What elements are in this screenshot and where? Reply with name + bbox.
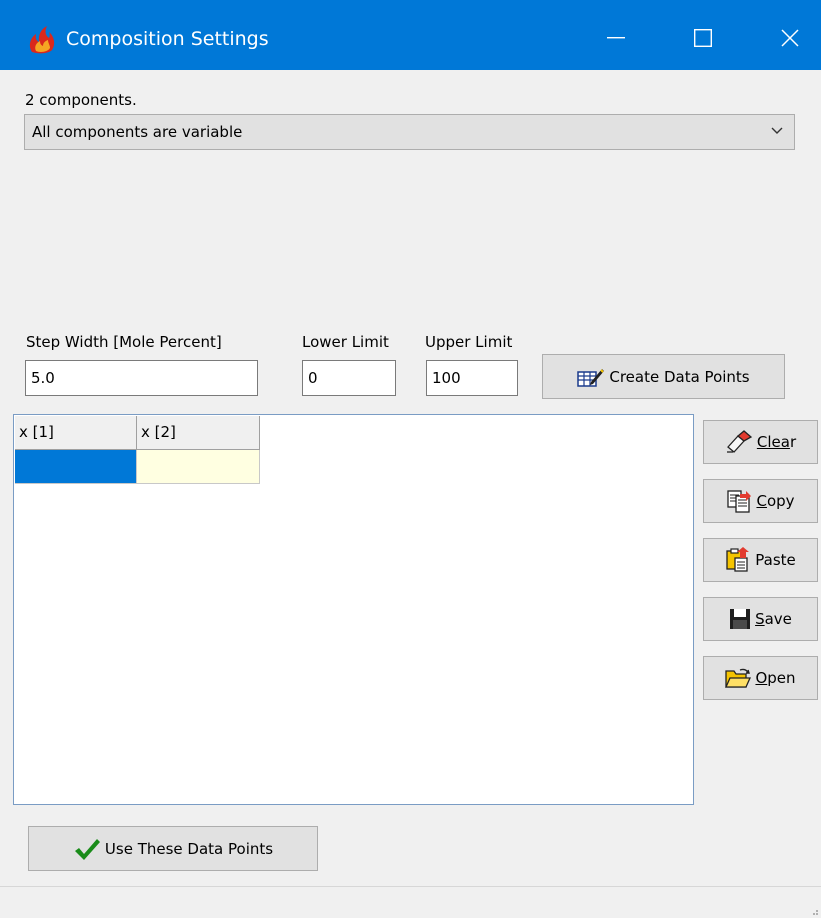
- create-data-points-button[interactable]: Create Data Points: [542, 354, 785, 399]
- dialog-body: 2 components. All components are variabl…: [0, 70, 821, 918]
- grid-column-header[interactable]: x [1]: [15, 416, 137, 450]
- use-these-data-points-label: Use These Data Points: [104, 839, 274, 858]
- lower-limit-input[interactable]: [303, 361, 395, 395]
- open-button[interactable]: Open: [703, 656, 818, 700]
- grid-cell-selected[interactable]: [15, 450, 137, 484]
- open-label: Open: [755, 669, 796, 687]
- close-button[interactable]: [760, 14, 820, 62]
- step-width-label: Step Width [Mole Percent]: [26, 333, 222, 351]
- title-bar: Composition Settings: [0, 0, 821, 70]
- paste-button[interactable]: Paste: [703, 538, 818, 582]
- check-icon: [73, 837, 101, 861]
- grid-column-header[interactable]: x [2]: [137, 416, 260, 450]
- table-edit-icon: [577, 366, 605, 388]
- step-width-input[interactable]: [26, 361, 257, 395]
- components-count-label: 2 components.: [25, 91, 137, 109]
- paste-label: Paste: [755, 551, 796, 569]
- copy-icon: [726, 489, 752, 513]
- use-these-data-points-button[interactable]: Use These Data Points: [28, 826, 318, 871]
- paste-icon: [725, 547, 751, 573]
- lower-limit-field[interactable]: [302, 360, 396, 396]
- copy-button[interactable]: Copy: [703, 479, 818, 523]
- maximize-icon: [694, 29, 712, 47]
- variability-select-value: All components are variable: [32, 123, 243, 141]
- upper-limit-field[interactable]: [426, 360, 518, 396]
- clear-button[interactable]: Clear: [703, 420, 818, 464]
- minimize-button[interactable]: [586, 14, 646, 62]
- save-label: Save: [755, 610, 792, 628]
- minimize-icon: [607, 37, 625, 39]
- resize-grip-icon[interactable]: [809, 906, 819, 916]
- grid-column-header-label: x [2]: [141, 423, 176, 441]
- upper-limit-input[interactable]: [427, 361, 517, 395]
- flame-app-icon: [29, 26, 55, 54]
- step-width-field[interactable]: [25, 360, 258, 396]
- floppy-disk-icon: [729, 608, 751, 630]
- create-data-points-label: Create Data Points: [609, 367, 750, 386]
- save-button[interactable]: Save: [703, 597, 818, 641]
- eraser-icon: [725, 430, 753, 454]
- status-bar: [0, 886, 821, 918]
- maximize-button[interactable]: [673, 14, 733, 62]
- window-title: Composition Settings: [66, 28, 269, 50]
- variability-select[interactable]: All components are variable: [24, 114, 795, 150]
- lower-limit-label: Lower Limit: [302, 333, 389, 351]
- data-points-grid[interactable]: x [1] x [2]: [13, 414, 694, 805]
- grid-column-header-label: x [1]: [19, 423, 54, 441]
- open-folder-icon: [725, 667, 752, 689]
- upper-limit-label: Upper Limit: [425, 333, 513, 351]
- close-icon: [781, 29, 799, 47]
- grid-cell-active[interactable]: [137, 450, 260, 484]
- chevron-down-icon: [771, 127, 783, 134]
- copy-label: Copy: [756, 492, 795, 510]
- clear-label: Clear: [756, 433, 797, 451]
